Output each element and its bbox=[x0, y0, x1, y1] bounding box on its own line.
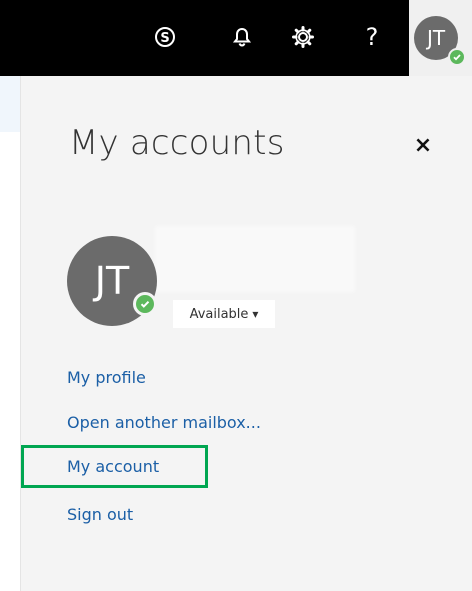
avatar-initials: JT bbox=[426, 26, 446, 50]
chevron-down-icon: ▾ bbox=[252, 307, 259, 321]
close-icon: × bbox=[413, 132, 433, 158]
presence-available-icon-large bbox=[133, 292, 157, 316]
open-another-mailbox-link[interactable]: Open another mailbox... bbox=[67, 413, 261, 432]
svg-text:S: S bbox=[160, 31, 169, 46]
help-icon[interactable]: ? bbox=[357, 22, 387, 52]
user-menu-button[interactable]: JT bbox=[409, 0, 472, 76]
sign-out-link[interactable]: Sign out bbox=[67, 505, 133, 524]
presence-available-icon bbox=[448, 48, 466, 66]
skype-icon[interactable]: S bbox=[150, 22, 180, 52]
account-name-redacted bbox=[155, 226, 355, 292]
accounts-panel: My accounts × JT Available ▾ My profile … bbox=[20, 76, 472, 591]
my-account-link[interactable]: My account bbox=[67, 457, 159, 476]
background-strip-tint bbox=[0, 76, 20, 132]
my-profile-link[interactable]: My profile bbox=[67, 368, 146, 387]
background-strip bbox=[0, 76, 20, 591]
status-dropdown[interactable]: Available ▾ bbox=[173, 300, 275, 328]
bell-icon[interactable] bbox=[227, 22, 257, 52]
status-label: Available bbox=[189, 306, 249, 322]
close-button[interactable]: × bbox=[411, 132, 435, 158]
top-bar: S ? JT bbox=[0, 0, 472, 76]
gear-icon[interactable] bbox=[288, 22, 318, 52]
panel-title: My accounts bbox=[69, 123, 285, 163]
account-avatar-initials: JT bbox=[94, 259, 130, 303]
